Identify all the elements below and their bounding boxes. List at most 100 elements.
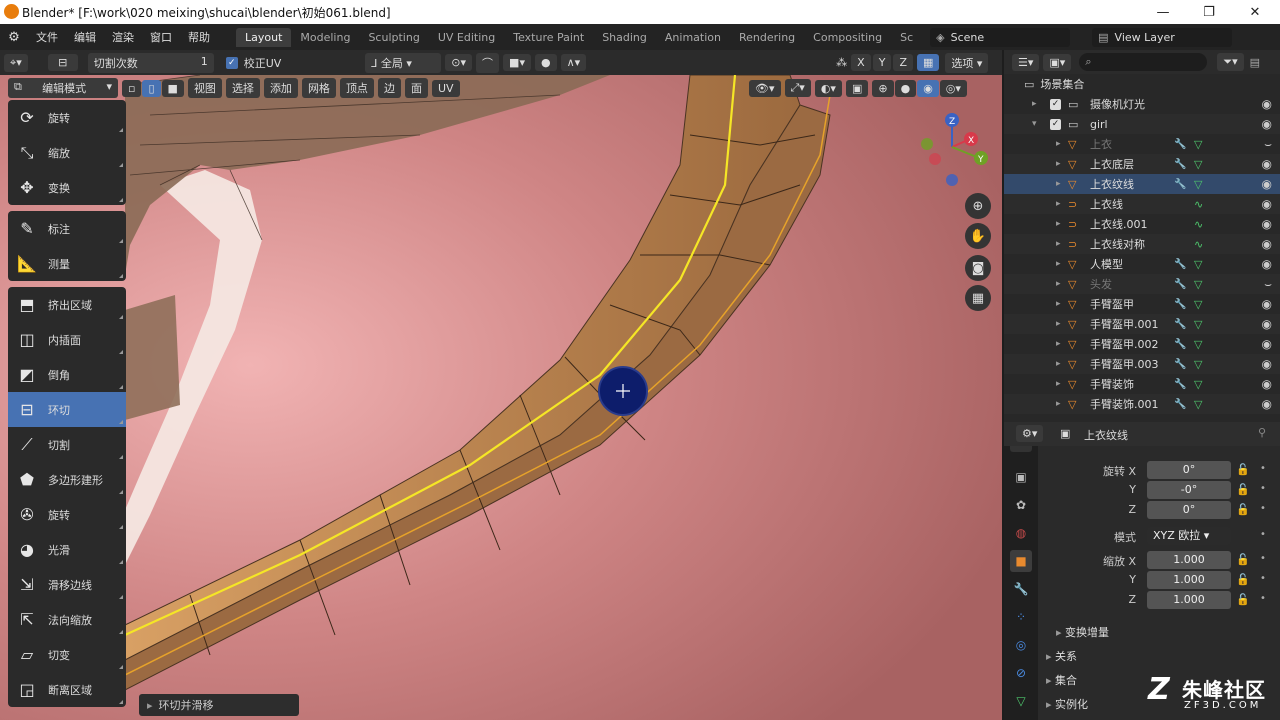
visibility-eye-icon[interactable]: ◉ <box>1262 117 1272 131</box>
proportional-edit-icon[interactable]: ● <box>534 54 557 71</box>
outliner-item[interactable]: ▸ ✓ ▭ 摄像机灯光 ◉ <box>1004 94 1280 114</box>
mesh-data-icon[interactable]: ▽ <box>1194 398 1202 411</box>
scene-selector[interactable]: ◈ Scene <box>930 27 1071 47</box>
tool-smooth[interactable]: ◕ 光滑 <box>8 532 126 567</box>
modifier-icon[interactable]: 🔧 <box>1174 259 1186 270</box>
object-tab-icon[interactable]: ■ <box>1010 550 1032 572</box>
tool-spin[interactable]: ✇ 旋转 <box>8 497 126 532</box>
mesh-data-icon[interactable]: ▽ <box>1194 158 1202 171</box>
view-menu[interactable]: 视图 <box>187 78 222 98</box>
workspace-tab-sculpting[interactable]: Sculpting <box>359 28 428 47</box>
tool-scale[interactable]: ⤡ 缩放 <box>8 135 126 170</box>
modifier-icon[interactable]: 🔧 <box>1174 319 1186 330</box>
tool-transform[interactable]: ✥ 变换 <box>8 170 126 205</box>
mesh-data-icon[interactable]: ▽ <box>1194 258 1202 271</box>
gizmo-toggle-icon[interactable]: ⤢▾ <box>784 79 811 97</box>
blender-menu-icon[interactable]: ⚙ <box>0 30 28 45</box>
face-select-icon[interactable]: ■ <box>161 79 184 97</box>
editor-type-icon[interactable]: ⌖▾ <box>4 53 28 72</box>
chevron-right-icon[interactable]: ▸ <box>1056 339 1061 349</box>
mode-dropdown[interactable]: ⧉ 编辑模式 ▾ <box>8 78 118 98</box>
modifier-icon[interactable]: 🔧 <box>1174 139 1186 150</box>
mirror-icon[interactable]: ⁂ <box>836 56 847 69</box>
modifier-icon[interactable]: 🔧 <box>1174 299 1186 310</box>
3d-viewport[interactable] <box>0 75 1002 720</box>
keyframe-icon[interactable]: • <box>1260 573 1266 584</box>
modifier-icon[interactable]: 🔧 <box>1174 339 1186 350</box>
outliner-search-input[interactable]: ⌕ <box>1079 53 1208 71</box>
outliner-item[interactable]: ▸ ▽ 手臂盔甲.003 🔧 ▽ ◉ <box>1004 354 1280 374</box>
mesh-data-icon[interactable]: ▽ <box>1194 178 1202 191</box>
axis-x-toggle[interactable]: X <box>851 54 871 71</box>
menu-edit[interactable]: 编辑 <box>66 29 104 45</box>
rotation-y-field[interactable]: -0° <box>1147 481 1231 499</box>
tool-extrude[interactable]: ⬒ 挤出区域 <box>8 287 126 322</box>
workspace-tab-shading[interactable]: Shading <box>593 28 656 47</box>
tool-inset[interactable]: ◫ 内插面 <box>8 322 126 357</box>
outliner-item[interactable]: ▸ ▽ 手臂装饰.001 🔧 ▽ ◉ <box>1004 394 1280 414</box>
modifier-icon[interactable]: 🔧 <box>1174 159 1186 170</box>
loopcut-tool-icon[interactable]: ⊟ <box>47 54 78 71</box>
modifier-icon[interactable]: 🔧 <box>1174 179 1186 190</box>
auto-merge-icon[interactable]: ▦ <box>916 54 940 71</box>
lock-icon[interactable]: 🔓 <box>1236 463 1250 476</box>
workspace-tab-animation[interactable]: Animation <box>656 28 730 47</box>
outliner-item[interactable]: ▸ ▽ 手臂盔甲.001 🔧 ▽ ◉ <box>1004 314 1280 334</box>
instancing-panel[interactable]: ▸ 实例化 <box>1046 696 1088 712</box>
mesh-data-icon[interactable]: ▽ <box>1194 138 1202 151</box>
chevron-right-icon[interactable]: ▸ <box>1032 99 1037 109</box>
mesh-data-icon[interactable]: ▽ <box>1194 358 1202 371</box>
menu-help[interactable]: 帮助 <box>180 29 218 45</box>
chevron-right-icon[interactable]: ▸ <box>1056 219 1061 229</box>
rotation-mode-dropdown[interactable]: XYZ 欧拉 ▾ <box>1147 527 1231 545</box>
modifier-icon[interactable]: 🔧 <box>1174 279 1186 290</box>
modifier-icon[interactable]: 🔧 <box>1174 399 1186 410</box>
mesh-data-icon[interactable]: ∿ <box>1194 198 1203 211</box>
outliner-item[interactable]: ▸ ▽ 手臂盔甲 🔧 ▽ ◉ <box>1004 294 1280 314</box>
correct-uv-checkbox[interactable]: ✓ <box>225 56 238 69</box>
mesh-data-icon[interactable]: ▽ <box>1194 338 1202 351</box>
mesh-data-icon[interactable]: ∿ <box>1194 238 1203 251</box>
outliner-item[interactable]: ▸ ▽ 上衣 🔧 ▽ ⌣ <box>1004 134 1280 154</box>
workspace-tab-rendering[interactable]: Rendering <box>730 28 804 47</box>
pan-hand-icon[interactable]: ✋ <box>965 223 991 249</box>
maximize-button[interactable]: ❐ <box>1186 0 1232 24</box>
visibility-eye-icon[interactable]: ◉ <box>1262 377 1272 391</box>
tool-annotate[interactable]: ✎ 标注 <box>8 211 126 246</box>
visibility-eye-icon[interactable]: ◉ <box>1262 297 1272 311</box>
overlay-toggle-icon[interactable]: ◐▾ <box>814 79 842 97</box>
scale-y-field[interactable]: 1.000 <box>1147 571 1231 589</box>
collection-checkbox[interactable]: ✓ <box>1050 98 1061 110</box>
falloff-icon[interactable]: ∧▾ <box>560 54 587 71</box>
mesh-canvas[interactable] <box>0 75 1002 720</box>
transform-orientation-dropdown[interactable]: ⅃ 全局 ▾ <box>365 52 442 73</box>
outliner-editor-icon[interactable]: ☰▾ <box>1012 53 1040 71</box>
mesh-data-icon[interactable]: ∿ <box>1194 218 1203 231</box>
data-tab-icon[interactable]: ▽ <box>1010 690 1032 712</box>
output-tab-icon[interactable]: ✿ <box>1010 494 1032 516</box>
chevron-right-icon[interactable]: ▸ <box>1056 139 1061 149</box>
render-tab-icon[interactable]: ▣ <box>1010 466 1032 488</box>
xray-toggle-icon[interactable]: ▣ <box>845 79 869 97</box>
keyframe-icon[interactable]: • <box>1260 529 1266 540</box>
modifier-icon[interactable]: 🔧 <box>1174 379 1186 390</box>
close-button[interactable]: ✕ <box>1232 0 1278 24</box>
chevron-right-icon[interactable]: ▸ <box>1056 239 1061 249</box>
minimize-button[interactable]: — <box>1140 0 1186 24</box>
mesh-data-icon[interactable]: ▽ <box>1194 378 1202 391</box>
tool-polybuild[interactable]: ⬟ 多边形建形 <box>8 462 126 497</box>
vertex-menu[interactable]: 顶点 <box>339 78 374 98</box>
outliner-item[interactable]: ▸ ▽ 上衣纹线 🔧 ▽ ◉ <box>1004 174 1280 194</box>
filter-icon[interactable]: ⏷▾ <box>1217 53 1244 71</box>
tool-rotate[interactable]: ⟳ 旋转 <box>8 100 126 135</box>
axis-gizmo-icon[interactable]: Z X Y <box>905 102 1000 192</box>
modifier-icon[interactable]: 🔧 <box>1174 359 1186 370</box>
constraint-tab-icon[interactable]: ⊘ <box>1010 662 1032 684</box>
last-operator-panel[interactable]: ▸ 环切并滑移 <box>139 694 299 716</box>
lock-icon[interactable]: 🔓 <box>1236 593 1250 606</box>
rendered-shading-icon[interactable]: ◎▾ <box>939 79 967 97</box>
relations-panel[interactable]: ▸ 关系 <box>1046 648 1077 664</box>
lock-icon[interactable]: 🔓 <box>1236 573 1250 586</box>
zoom-icon[interactable]: ⊕ <box>965 193 991 219</box>
tool-bevel[interactable]: ◩ 倒角 <box>8 357 126 392</box>
